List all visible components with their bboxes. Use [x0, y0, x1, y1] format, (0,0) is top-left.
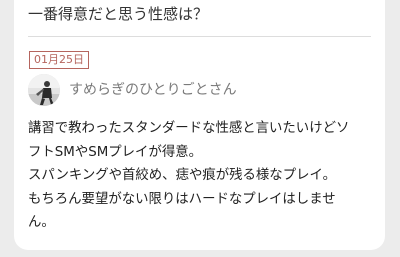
author-name[interactable]: すめらぎのひとりごとさん	[69, 80, 237, 100]
answer-text: 講習で教わったスタンダードな性感と言いたいけどソ フトSMやSMプレイが得意。 …	[28, 117, 373, 235]
answer-line: フトSMやSMプレイが得意。	[28, 144, 203, 160]
answer-line: ん。	[28, 215, 55, 230]
divider	[28, 36, 371, 37]
answer-line: 講習で教わったスタンダードな性感と言いたいけどソ	[28, 121, 350, 136]
answer-line: もちろん要望がない限りはハードなプレイはしませ	[28, 191, 336, 207]
date-badge: 01月25日	[29, 51, 89, 69]
avatar-image-icon	[28, 74, 60, 106]
answer-line: スパンキングや首絞め、痣や痕が残る様なプレイ。	[28, 168, 336, 183]
diary-card: 一番得意だと思う性感は？ 01月25日 すめらぎのひとりごとさん 講習で教わった…	[14, 0, 385, 250]
question-text: 一番得意だと思う性感は？	[28, 5, 209, 23]
avatar[interactable]	[28, 74, 60, 106]
